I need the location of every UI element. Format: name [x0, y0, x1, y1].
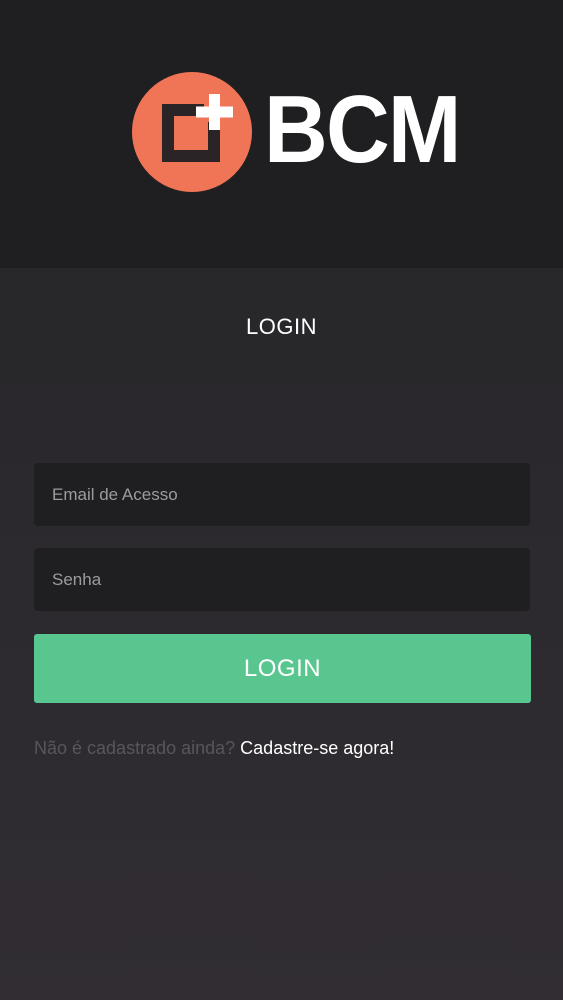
login-button[interactable]: LOGIN	[34, 634, 531, 703]
password-field-container	[34, 548, 530, 611]
signup-link[interactable]: Cadastre-se agora!	[240, 738, 394, 758]
brand-logo: BCM	[132, 72, 461, 194]
email-field-container	[34, 463, 530, 526]
email-field[interactable]	[52, 463, 530, 526]
header: BCM	[0, 0, 563, 268]
square-plus-logo-icon	[132, 72, 252, 192]
signup-prompt: Não é cadastrado ainda? Cadastre-se agor…	[34, 738, 394, 759]
password-field[interactable]	[52, 548, 530, 611]
page-title: LOGIN	[246, 314, 317, 339]
title-band: LOGIN	[0, 268, 563, 386]
brand-name: BCM	[264, 76, 461, 183]
signup-question: Não é cadastrado ainda?	[34, 738, 236, 758]
